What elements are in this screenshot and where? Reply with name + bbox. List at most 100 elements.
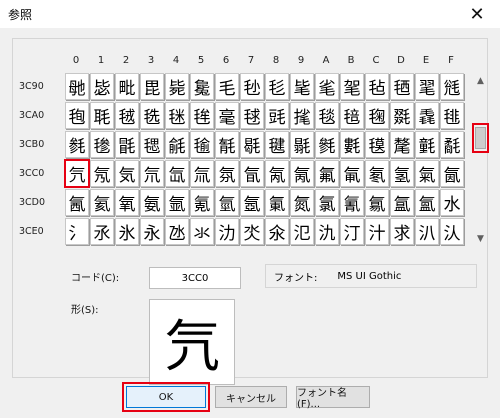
character-cell[interactable]: 毵 bbox=[65, 131, 89, 158]
character-cell[interactable]: 氻 bbox=[215, 218, 239, 245]
character-cell[interactable]: 氣 bbox=[415, 160, 439, 187]
character-cell[interactable]: 毱 bbox=[365, 102, 389, 129]
character-cell[interactable]: 氙 bbox=[165, 160, 189, 187]
character-cell[interactable]: 毼 bbox=[240, 131, 264, 158]
character-cell[interactable]: 氼 bbox=[240, 218, 264, 245]
character-cell[interactable]: 毠 bbox=[340, 73, 364, 100]
character-cell[interactable]: 毩 bbox=[165, 102, 189, 129]
character-cell[interactable]: 汄 bbox=[440, 218, 464, 245]
character-cell[interactable]: 氬 bbox=[240, 189, 264, 216]
character-cell[interactable]: 気 bbox=[115, 160, 139, 187]
character-cell[interactable]: 氢 bbox=[390, 160, 414, 187]
character-cell[interactable]: 氽 bbox=[265, 218, 289, 245]
character-cell[interactable]: 毾 bbox=[290, 131, 314, 158]
character-cell[interactable]: 毖 bbox=[90, 73, 114, 100]
character-cell[interactable]: 汃 bbox=[415, 218, 439, 245]
character-cell[interactable]: 毮 bbox=[290, 102, 314, 129]
character-cell[interactable]: 氩 bbox=[165, 189, 189, 216]
character-cell[interactable]: 氃 bbox=[415, 131, 439, 158]
character-cell[interactable]: 毞 bbox=[290, 73, 314, 100]
character-cell[interactable]: 氄 bbox=[440, 131, 464, 158]
character-cell[interactable]: 毽 bbox=[265, 131, 289, 158]
cancel-button[interactable]: キャンセル bbox=[215, 386, 287, 408]
character-cell[interactable]: 氧 bbox=[115, 189, 139, 216]
character-cell[interactable]: 氁 bbox=[365, 131, 389, 158]
character-cell[interactable]: 毛 bbox=[215, 73, 239, 100]
character-cell[interactable]: 毙 bbox=[165, 73, 189, 100]
character-cell[interactable]: 氠 bbox=[340, 160, 364, 187]
character-cell[interactable]: 汀 bbox=[340, 218, 364, 245]
character-cell[interactable]: 毢 bbox=[390, 73, 414, 100]
character-cell[interactable]: 毘 bbox=[140, 73, 164, 100]
character-cell[interactable]: 氘 bbox=[140, 160, 164, 187]
character-cell[interactable]: 氫 bbox=[215, 189, 239, 216]
character-cell[interactable]: 汁 bbox=[365, 218, 389, 245]
character-cell[interactable]: 氪 bbox=[190, 189, 214, 216]
character-cell[interactable]: 氂 bbox=[390, 131, 414, 158]
character-cell[interactable]: 毜 bbox=[240, 73, 264, 100]
character-cell[interactable]: 氟 bbox=[315, 160, 339, 187]
character-cell[interactable]: 毤 bbox=[440, 73, 464, 100]
character-cell[interactable]: 氮 bbox=[290, 189, 314, 216]
scroll-down-icon[interactable]: ▼ bbox=[474, 231, 487, 247]
character-cell[interactable]: 毻 bbox=[215, 131, 239, 158]
character-cell[interactable]: 氿 bbox=[315, 218, 339, 245]
character-cell[interactable]: 求 bbox=[390, 218, 414, 245]
character-cell[interactable]: 氝 bbox=[265, 160, 289, 187]
character-cell[interactable]: 毗 bbox=[115, 73, 139, 100]
character-cell[interactable]: 毷 bbox=[115, 131, 139, 158]
character-cell[interactable]: 氜 bbox=[240, 160, 264, 187]
character-cell[interactable]: 氳 bbox=[415, 189, 439, 216]
character-cell[interactable]: 氷 bbox=[115, 218, 139, 245]
character-cell[interactable]: 毶 bbox=[90, 131, 114, 158]
character-cell[interactable]: 毪 bbox=[190, 102, 214, 129]
character-cell[interactable]: 毰 bbox=[340, 102, 364, 129]
character-cell[interactable]: 氲 bbox=[390, 189, 414, 216]
character-cell[interactable]: 毳 bbox=[415, 102, 439, 129]
character-cell[interactable]: 氨 bbox=[140, 189, 164, 216]
character-cell[interactable]: 氤 bbox=[440, 160, 464, 187]
character-cell[interactable]: 氺 bbox=[190, 218, 214, 245]
character-cell[interactable]: 毭 bbox=[265, 102, 289, 129]
character-cell[interactable]: 水 bbox=[440, 189, 464, 216]
character-cell[interactable]: 氰 bbox=[340, 189, 364, 216]
character-cell[interactable]: 毨 bbox=[140, 102, 164, 129]
character-cell[interactable]: 氕 bbox=[64, 159, 90, 188]
character-cell[interactable]: 氭 bbox=[265, 189, 289, 216]
character-cell[interactable]: 氹 bbox=[165, 218, 189, 245]
character-cell[interactable]: 毥 bbox=[65, 102, 89, 129]
character-cell[interactable]: 氖 bbox=[90, 160, 114, 187]
character-cell[interactable]: 氞 bbox=[290, 160, 314, 187]
character-cell[interactable]: 氱 bbox=[365, 189, 389, 216]
character-cell[interactable]: 毦 bbox=[90, 102, 114, 129]
character-cell[interactable]: 氶 bbox=[90, 218, 114, 245]
character-cell[interactable]: 毡 bbox=[365, 73, 389, 100]
character-cell[interactable]: 毬 bbox=[240, 102, 264, 129]
character-cell[interactable]: 氡 bbox=[365, 160, 389, 187]
character-cell[interactable]: 毿 bbox=[315, 131, 339, 158]
character-cell[interactable]: 氵 bbox=[65, 218, 89, 245]
character-cell[interactable]: 氾 bbox=[290, 218, 314, 245]
character-cell[interactable]: 毚 bbox=[190, 73, 214, 100]
character-cell[interactable]: 氦 bbox=[90, 189, 114, 216]
character-cell[interactable]: 毫 bbox=[215, 102, 239, 129]
character-cell[interactable]: 毯 bbox=[315, 102, 339, 129]
character-cell[interactable]: 氀 bbox=[340, 131, 364, 158]
character-cell[interactable]: 毲 bbox=[390, 102, 414, 129]
character-cell[interactable]: 氥 bbox=[65, 189, 89, 216]
character-cell[interactable]: 毟 bbox=[315, 73, 339, 100]
character-cell[interactable]: 毣 bbox=[415, 73, 439, 100]
character-cell[interactable]: 氯 bbox=[315, 189, 339, 216]
character-cell[interactable]: 氚 bbox=[190, 160, 214, 187]
character-cell[interactable]: 毴 bbox=[440, 102, 464, 129]
character-cell[interactable]: 永 bbox=[140, 218, 164, 245]
character-cell[interactable]: 毹 bbox=[165, 131, 189, 158]
character-cell[interactable]: 毑 bbox=[65, 73, 89, 100]
character-cell[interactable]: 毧 bbox=[115, 102, 139, 129]
scroll-up-icon[interactable]: ▲ bbox=[474, 73, 487, 89]
character-cell[interactable]: 毺 bbox=[190, 131, 214, 158]
close-icon[interactable]: ✕ bbox=[454, 0, 500, 28]
code-field[interactable]: 3CC0 bbox=[149, 267, 241, 289]
font-name-button[interactable]: フォント名(F)... bbox=[296, 386, 370, 410]
character-cell[interactable]: 毝 bbox=[265, 73, 289, 100]
